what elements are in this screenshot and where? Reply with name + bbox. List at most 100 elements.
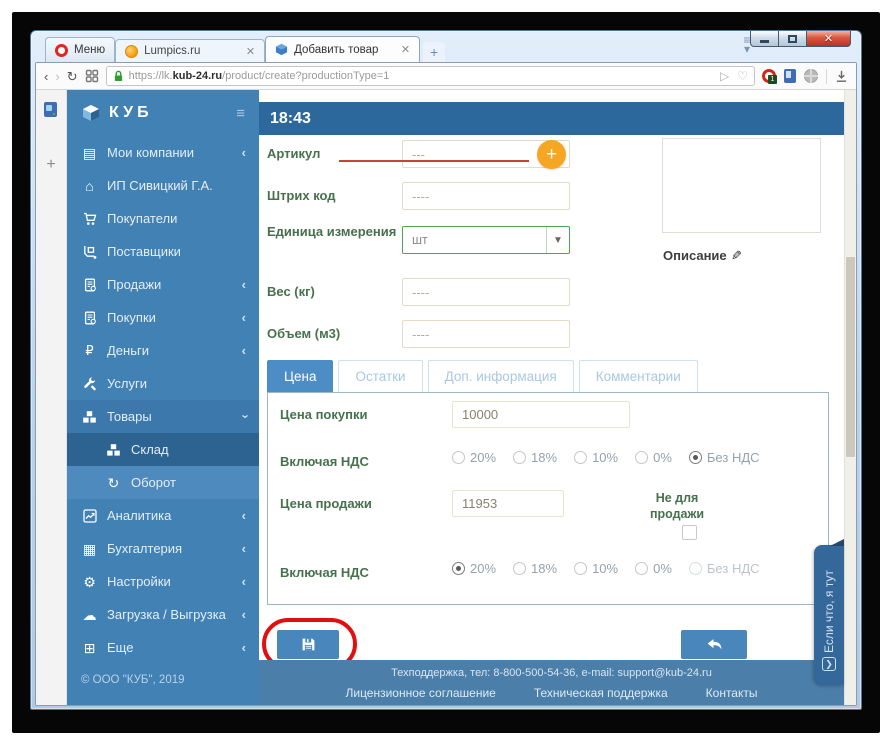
opera-menu-button[interactable]: Меню	[45, 37, 116, 62]
radio-vat-10[interactable]: 10%	[574, 561, 618, 576]
radio-vat-10[interactable]: 10%	[574, 450, 618, 465]
barcode-input[interactable]	[402, 182, 570, 210]
browser-tab-active[interactable]: Добавить товар ✕	[265, 36, 421, 62]
sidebar-item-sales[interactable]: Продажи ‹	[67, 268, 259, 301]
share-icon[interactable]: ▷	[720, 69, 729, 83]
sidebar-item-settings[interactable]: ⚙ Настройки ‹	[67, 565, 259, 598]
maximize-button[interactable]	[779, 31, 807, 47]
bookmarks-icon[interactable]	[44, 102, 57, 117]
sidebar-item-analytics[interactable]: Аналитика ‹	[67, 499, 259, 532]
pencil-icon[interactable]: ✎	[731, 248, 742, 264]
sidebar-add-icon[interactable]: +	[36, 156, 66, 174]
tab-title: Lumpics.ru	[144, 45, 201, 57]
radio-icon	[513, 451, 527, 464]
footer-link-license[interactable]: Лицензионное соглашение	[345, 686, 495, 700]
new-tab-label: +	[430, 44, 439, 60]
radio-vat-18[interactable]: 18%	[513, 561, 557, 576]
sidebar-item-companies[interactable]: ▤ Мои компании ‹	[67, 136, 259, 169]
not-for-sale-checkbox[interactable]	[682, 525, 697, 540]
sidebar-item-suppliers[interactable]: Поставщики	[67, 235, 259, 268]
chevron-down-icon: ‹	[236, 414, 252, 419]
price-tab-panel: Цена покупки Включая НДС 20% 18% 10% 0% …	[267, 392, 829, 605]
volume-label: Объем (м3)	[267, 326, 341, 341]
radio-icon	[452, 562, 465, 575]
download-icon[interactable]	[835, 70, 848, 83]
description-label[interactable]: Описание ✎	[663, 248, 742, 264]
app-sidebar: КУБ ≡ ▤ Мои компании ‹ ⌂ ИП Сивицкий Г.А. П…	[67, 90, 259, 705]
sidebar-item-purchases[interactable]: Покупки ‹	[67, 301, 259, 334]
minimize-icon	[760, 39, 769, 43]
close-button[interactable]: ✕	[807, 31, 851, 47]
close-tab-icon[interactable]: ✕	[401, 43, 410, 56]
cubes-icon	[81, 410, 98, 424]
kub-logo-icon	[83, 105, 99, 121]
speed-dial-icon[interactable]	[85, 69, 99, 83]
sidebar-item-warehouse[interactable]: Склад	[67, 433, 259, 466]
add-artikul-button[interactable]: +	[537, 140, 566, 169]
select-arrow-icon: ▼	[546, 227, 569, 253]
extension-badge-icon[interactable]: 1	[762, 69, 777, 84]
radio-icon	[452, 451, 465, 464]
sidebar-item-services[interactable]: Услуги	[67, 367, 259, 400]
sidebar-item-turnover[interactable]: ↻ Оборот	[67, 466, 259, 499]
sale-price-input[interactable]	[452, 490, 564, 517]
radio-icon	[635, 562, 649, 575]
blue-extension-icon[interactable]	[784, 69, 796, 83]
volume-input[interactable]	[402, 320, 570, 348]
companies-icon: ▤	[82, 144, 97, 161]
sidebar-item-accounting[interactable]: ▦ Бухгалтерия ‹	[67, 532, 259, 565]
tab-price[interactable]: Цена	[267, 360, 334, 392]
main-content: 18:43 Артикул + Штрих код Единица измере…	[259, 90, 844, 705]
purchase-vat-group: 20% 18% 10% 0% Без НДС	[452, 450, 760, 465]
refresh-icon: ↻	[107, 474, 120, 491]
globe-extension-icon[interactable]	[804, 69, 818, 83]
chat-widget-tab[interactable]: Если что, я тут ❯	[814, 539, 844, 685]
radio-vat-none[interactable]: Без НДС	[688, 450, 760, 465]
footer-link-contacts[interactable]: Контакты	[706, 686, 758, 700]
minimize-button[interactable]	[750, 31, 779, 47]
footer-link-support[interactable]: Техническая поддержка	[534, 686, 668, 700]
product-image-placeholder[interactable]	[662, 138, 821, 233]
radio-icon	[513, 562, 527, 575]
save-button[interactable]	[277, 630, 339, 659]
weight-label: Вес (кг)	[267, 284, 315, 299]
sidebar-item-import-export[interactable]: ☁ Загрузка / Выгрузка ‹	[67, 598, 259, 631]
chevron-left-icon: ‹	[241, 343, 246, 358]
chevron-left-icon: ‹	[241, 574, 246, 589]
forward-nav-icon[interactable]: ›	[55, 70, 59, 83]
unit-select[interactable]: шт ▼	[402, 226, 570, 254]
bookmark-heart-icon[interactable]: ♡	[737, 69, 748, 83]
window-titlebar[interactable]: ≡ ▾ ✕ Меню Lumpics.ru ✕ Добавить товар ✕ …	[35, 31, 857, 62]
opera-logo-icon	[55, 43, 68, 57]
browser-tab-lumpics[interactable]: Lumpics.ru ✕	[115, 39, 266, 62]
radio-vat-0[interactable]: 0%	[635, 450, 672, 465]
gear-icon: ⚙	[83, 573, 96, 590]
sidebar-item-goods[interactable]: Товары ‹	[67, 400, 259, 433]
sidebar-item-more[interactable]: ⊞ Еще ‹	[67, 631, 259, 664]
new-tab-button[interactable]: +	[423, 42, 446, 62]
sidebar-item-money[interactable]: ₽ Деньги ‹	[67, 334, 259, 367]
reload-icon[interactable]: ↻	[67, 70, 78, 83]
back-button[interactable]	[681, 630, 747, 659]
radio-vat-20[interactable]: 20%	[452, 450, 496, 465]
app-logo[interactable]: КУБ ≡	[67, 90, 259, 136]
sidebar-item-buyers[interactable]: Покупатели	[67, 202, 259, 235]
radio-vat-0[interactable]: 0%	[635, 561, 672, 576]
scrollbar-thumb[interactable]	[846, 257, 855, 457]
purchase-price-input[interactable]	[452, 401, 630, 428]
tab-comments[interactable]: Комментарии	[578, 360, 698, 392]
page-scrollbar[interactable]	[844, 90, 856, 705]
unit-label: Единица измерения	[267, 224, 397, 239]
tab-additional-info[interactable]: Доп. информация	[427, 360, 574, 392]
weight-input[interactable]	[402, 278, 570, 306]
radio-vat-20[interactable]: 20%	[452, 561, 496, 576]
address-bar[interactable]: https://lk.kub-24.ru/product/create?prod…	[105, 66, 755, 86]
radio-vat-none[interactable]: Без НДС	[688, 561, 760, 576]
back-nav-icon[interactable]: ‹	[44, 70, 48, 83]
close-tab-icon[interactable]: ✕	[246, 45, 255, 58]
radio-vat-18[interactable]: 18%	[513, 450, 557, 465]
cart-icon	[81, 212, 98, 226]
sidebar-collapse-icon[interactable]: ≡	[236, 105, 245, 122]
sidebar-item-company[interactable]: ⌂ ИП Сивицкий Г.А.	[67, 169, 259, 202]
tab-stock[interactable]: Остатки	[338, 360, 423, 392]
